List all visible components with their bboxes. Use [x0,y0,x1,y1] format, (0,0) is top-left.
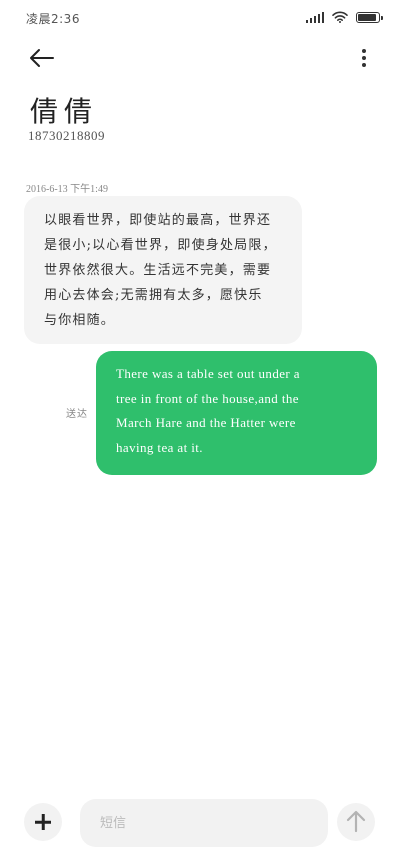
send-button[interactable] [337,803,375,841]
battery-icon [356,11,383,23]
wifi-icon [332,11,348,23]
more-options-button[interactable] [358,46,370,70]
more-dot [362,63,366,67]
outgoing-message-bubble[interactable]: There was a table set out under a tree i… [96,351,377,475]
status-time: 凌晨2:36 [26,12,80,26]
more-dot [362,56,366,60]
status-bar: 凌晨2:36 [0,0,400,34]
arrow-up-icon [346,810,366,833]
incoming-message-bubble[interactable]: 以眼看世界，即使站的最高，世界还 是很小;以心看世界，即使身处局限， 世界依然很… [24,196,302,344]
contact-number: 18730218809 [28,128,105,143]
message-timestamp: 2016-6-13 下午1:49 [26,184,108,195]
back-button[interactable] [26,44,58,72]
more-vertical-icon [362,49,366,53]
contact-name: 倩倩 [30,95,99,128]
message-input[interactable] [80,799,328,847]
status-icons [306,11,383,23]
delivery-status: 送达 [66,409,88,420]
add-attachment-button[interactable] [24,803,62,841]
arrow-left-icon [30,49,54,67]
signal-icon [306,11,324,23]
battery-level [358,13,376,21]
